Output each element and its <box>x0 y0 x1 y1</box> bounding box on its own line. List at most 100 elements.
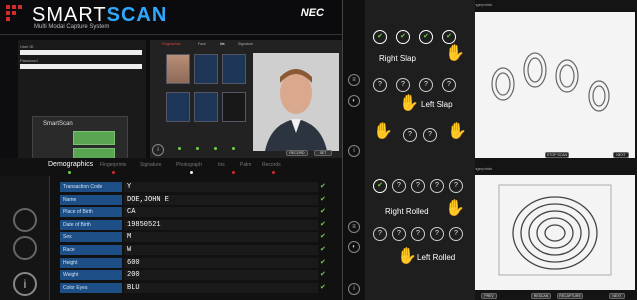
fp-info-icon[interactable]: i <box>348 145 360 157</box>
finger-ring-l3[interactable]: ? <box>419 78 433 92</box>
status-dot-4 <box>232 147 235 150</box>
next-button-top[interactable]: NEXT <box>613 152 629 158</box>
iris-thumbnail-4[interactable] <box>194 92 218 122</box>
empty-thumbnail[interactable] <box>222 92 246 122</box>
tab-palm[interactable]: Palm <box>240 162 251 168</box>
tab-records[interactable]: Records <box>262 162 281 168</box>
info-icon-bottom[interactable]: i <box>13 272 37 296</box>
capture-panel: SMARTSCAN Multi Modal Capture System NEC… <box>0 0 342 175</box>
finger-ring-l1[interactable]: ? <box>373 78 387 92</box>
field-value[interactable]: Y <box>124 182 318 192</box>
rolled-ring-3[interactable]: ? <box>411 179 425 193</box>
rolled-tool-icon-2[interactable]: ◐ <box>348 241 360 253</box>
cap-tab-1[interactable]: Fingerprints <box>162 42 180 46</box>
demographic-row: Name DOE,JOHN E ✔ <box>60 194 330 205</box>
face-thumbnail[interactable] <box>166 54 190 84</box>
finger-ring-r2[interactable]: ✔ <box>396 30 410 44</box>
thumb-ring-1[interactable]: ? <box>403 128 417 142</box>
info-icon[interactable]: i <box>152 144 164 156</box>
rolled-info-icon[interactable]: i <box>348 283 360 295</box>
recapture-button[interactable]: RECAPTURE <box>557 293 583 299</box>
password-input[interactable] <box>20 64 142 69</box>
tab-iris[interactable]: Iris <box>218 162 225 168</box>
rolled-tool-icon-1[interactable]: ≡ <box>348 221 360 233</box>
check-icon: ✔ <box>320 220 326 228</box>
tab-status-3 <box>190 171 193 174</box>
field-label: Place of Birth <box>60 207 122 218</box>
rolled-ring-7[interactable]: ? <box>392 227 406 241</box>
cap-tab-4[interactable]: Signature <box>238 42 253 46</box>
rolled-ring-8[interactable]: ? <box>411 227 425 241</box>
left-thumb-icon: ✋ <box>373 123 393 140</box>
rolled-ring-10[interactable]: ? <box>449 227 463 241</box>
finger-ring-r1[interactable]: ✔ <box>373 30 387 44</box>
next-button-bottom[interactable]: NEXT <box>609 293 625 299</box>
fingerprint-rolled-panel: ≡ ◐ i Fingerprints ✔ ? ? ? ? Right Rolle… <box>342 165 637 300</box>
field-label: Sex <box>60 232 122 243</box>
check-icon: ✔ <box>320 208 326 216</box>
thumb-ring-2[interactable]: ? <box>423 128 437 142</box>
finger-ring-r4[interactable]: ✔ <box>442 30 456 44</box>
check-icon: ✔ <box>320 195 326 203</box>
demographic-row: Sex M ✔ <box>60 232 330 243</box>
tab-status-2 <box>112 171 115 174</box>
sidebar-button-2[interactable] <box>13 236 37 260</box>
main-tabs: Demographics Fingerprints Signature Phot… <box>0 158 342 176</box>
rolled-preview <box>475 175 635 290</box>
fp-tool-icon-1[interactable]: ≡ <box>348 74 360 86</box>
demographic-row: Race W ✔ <box>60 245 330 255</box>
smartscan-logo-icon <box>6 5 28 27</box>
finger-ring-l4[interactable]: ? <box>442 78 456 92</box>
fp-tool-icon-2[interactable]: ◐ <box>348 95 360 107</box>
rolled-ring-1[interactable]: ✔ <box>373 179 387 193</box>
fp-slap-controls: ✔ ✔ ✔ ✔ Right Slap ✋ ? ? ? ? ✋ Left Slap… <box>365 0 475 165</box>
rolled-controls: ✔ ? ? ? ? Right Rolled ✋ ? ? ? ? ? ✋ Lef… <box>365 165 475 300</box>
field-label: Color Eyes <box>60 282 122 293</box>
check-icon: ✔ <box>320 271 326 279</box>
finger-ring-l2[interactable]: ? <box>396 78 410 92</box>
status-dot-2 <box>196 147 199 150</box>
field-value[interactable]: W <box>124 245 318 255</box>
finger-ring-r3[interactable]: ✔ <box>419 30 433 44</box>
field-label: Weight <box>60 270 122 281</box>
demographic-row: Transaction Code Y ✔ <box>60 182 330 192</box>
field-value[interactable]: CA <box>124 207 318 218</box>
tab-photograph[interactable]: Photograph <box>176 162 202 168</box>
sidebar-button-1[interactable] <box>13 208 37 232</box>
face-photo <box>253 53 339 151</box>
menu-button-1[interactable] <box>73 131 115 145</box>
rescan-button[interactable]: RESCAN <box>531 293 551 299</box>
record-button[interactable]: RECORD <box>286 150 308 156</box>
rolled-ring-6[interactable]: ? <box>373 227 387 241</box>
cap-tab-3[interactable]: Iris <box>220 42 225 46</box>
stop-scan-button[interactable]: STOP SCAN <box>545 152 569 158</box>
field-value[interactable]: 600 <box>124 257 318 268</box>
rolled-ring-2[interactable]: ? <box>392 179 406 193</box>
tab-fingerprints[interactable]: Fingerprints <box>100 162 126 168</box>
set-button[interactable]: SET <box>314 150 332 156</box>
field-value[interactable]: BLU <box>124 282 318 293</box>
user-id-input[interactable] <box>20 50 142 55</box>
tab-signature[interactable]: Signature <box>140 162 161 168</box>
iris-thumbnail-2[interactable] <box>222 54 246 84</box>
tab-demographics[interactable]: Demographics <box>48 161 93 168</box>
rolled-ring-5[interactable]: ? <box>449 179 463 193</box>
rolled-print-image <box>498 184 612 276</box>
rolled-ring-9[interactable]: ? <box>430 227 444 241</box>
fingerprint-slap-panel: ≡ ◐ i Fingerprints ✔ ✔ ✔ ✔ Right Slap ✋ … <box>342 0 637 165</box>
demographics-sidebar: i <box>0 176 50 300</box>
prev-button[interactable]: PREV <box>481 293 497 299</box>
field-value[interactable]: M <box>124 232 318 243</box>
field-value[interactable]: DOE,JOHN E <box>124 194 318 205</box>
field-value[interactable]: 200 <box>124 270 318 281</box>
left-rolled-label: Left Rolled <box>417 253 456 262</box>
tab-status-1 <box>68 171 71 174</box>
cap-tab-2[interactable]: Face <box>198 42 206 46</box>
slap-prints-image <box>491 52 610 112</box>
iris-thumbnail-3[interactable] <box>166 92 190 122</box>
demographic-row: Place of Birth CA ✔ <box>60 207 330 218</box>
iris-thumbnail-1[interactable] <box>194 54 218 84</box>
field-value[interactable]: 19850521 <box>124 219 318 230</box>
rolled-ring-4[interactable]: ? <box>430 179 444 193</box>
field-label: Date of Birth <box>60 219 122 230</box>
